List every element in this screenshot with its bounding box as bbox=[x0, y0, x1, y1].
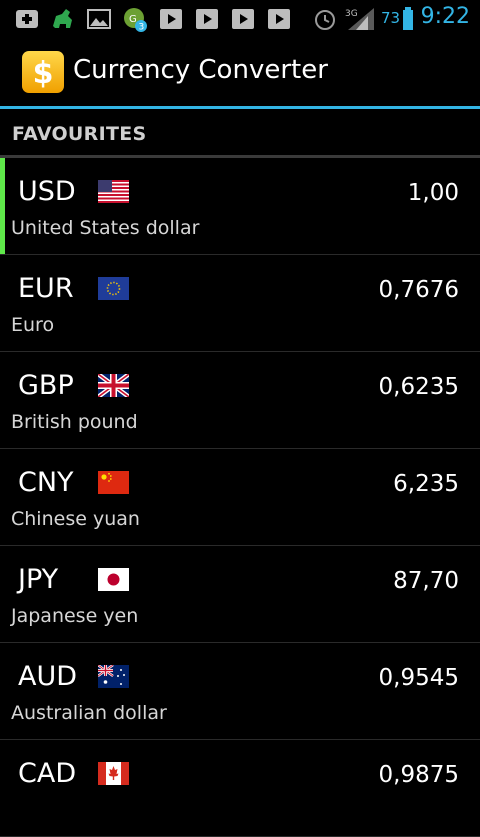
app-title: Currency Converter bbox=[73, 55, 328, 85]
dollar-app-icon[interactable]: $ bbox=[21, 50, 65, 94]
currency-value[interactable]: 6,235 bbox=[393, 471, 459, 497]
currency-row-aud[interactable]: AUD 0,9545 Australian dollar bbox=[0, 643, 480, 740]
currency-name: Australian dollar bbox=[11, 702, 167, 724]
ca-flag-icon bbox=[98, 762, 129, 785]
play-store-icon bbox=[160, 9, 182, 29]
section-title: FAVOURITES bbox=[12, 123, 147, 145]
cn-flag-icon bbox=[98, 471, 129, 494]
eu-flag-icon bbox=[98, 277, 129, 300]
android-app-icon bbox=[53, 9, 72, 28]
us-flag-icon bbox=[98, 180, 129, 203]
signal-3g-icon: 3G bbox=[345, 8, 374, 30]
currency-row-gbp[interactable]: GBP 0,6235 British pound bbox=[0, 352, 480, 449]
currency-value[interactable]: 1,00 bbox=[408, 180, 459, 206]
clock: 9:22 bbox=[420, 4, 470, 29]
currency-value[interactable]: 87,70 bbox=[393, 568, 459, 594]
au-flag-icon bbox=[98, 665, 129, 688]
currency-name: Euro bbox=[11, 314, 55, 336]
svg-text:$: $ bbox=[33, 56, 54, 91]
currency-code: GBP bbox=[18, 370, 74, 401]
gs-app-icon: G 3 bbox=[124, 8, 147, 33]
currency-name: British pound bbox=[11, 411, 138, 433]
play-store-icon bbox=[196, 9, 218, 29]
currency-value[interactable]: 0,9875 bbox=[379, 762, 459, 788]
currency-code: EUR bbox=[18, 273, 74, 304]
currency-list: USD 1,00 United States dollar EUR 0,7676… bbox=[0, 158, 480, 837]
gallery-icon bbox=[87, 9, 111, 29]
currency-name: Chinese yuan bbox=[11, 508, 140, 530]
currency-name: Japanese yen bbox=[11, 605, 139, 627]
battery-percent: 73 bbox=[381, 9, 401, 27]
currency-code: CAD bbox=[18, 758, 77, 789]
currency-value[interactable]: 0,7676 bbox=[379, 277, 459, 303]
currency-row-usd[interactable]: USD 1,00 United States dollar bbox=[0, 158, 480, 255]
action-bar: $ Currency Converter bbox=[0, 38, 480, 106]
play-store-icon bbox=[268, 9, 290, 29]
currency-row-cny[interactable]: CNY 6,235 Chinese yuan bbox=[0, 449, 480, 546]
add-notification-icon bbox=[16, 10, 38, 28]
selected-indicator bbox=[0, 158, 5, 254]
currency-code: CNY bbox=[18, 467, 74, 498]
currency-value[interactable]: 0,9545 bbox=[379, 665, 459, 691]
status-bar: G 3 3G 73 9:22 bbox=[0, 0, 480, 38]
currency-code: USD bbox=[18, 176, 76, 207]
play-store-icon bbox=[232, 9, 254, 29]
currency-value[interactable]: 0,6235 bbox=[379, 374, 459, 400]
uk-flag-icon bbox=[98, 374, 129, 397]
currency-row-eur[interactable]: EUR 0,7676 Euro bbox=[0, 255, 480, 352]
currency-code: AUD bbox=[18, 661, 78, 692]
currency-row-jpy[interactable]: JPY 87,70 Japanese yen bbox=[0, 546, 480, 643]
currency-code: JPY bbox=[18, 564, 59, 595]
jp-flag-icon bbox=[98, 568, 129, 591]
battery-icon bbox=[403, 7, 413, 30]
section-header: FAVOURITES bbox=[0, 109, 480, 155]
svg-text:3: 3 bbox=[139, 23, 145, 33]
svg-text:3G: 3G bbox=[345, 9, 358, 19]
currency-name: United States dollar bbox=[11, 217, 200, 239]
svg-text:G: G bbox=[129, 14, 137, 25]
alarm-icon bbox=[315, 10, 335, 30]
currency-row-cad[interactable]: CAD 0,9875 bbox=[0, 740, 480, 837]
